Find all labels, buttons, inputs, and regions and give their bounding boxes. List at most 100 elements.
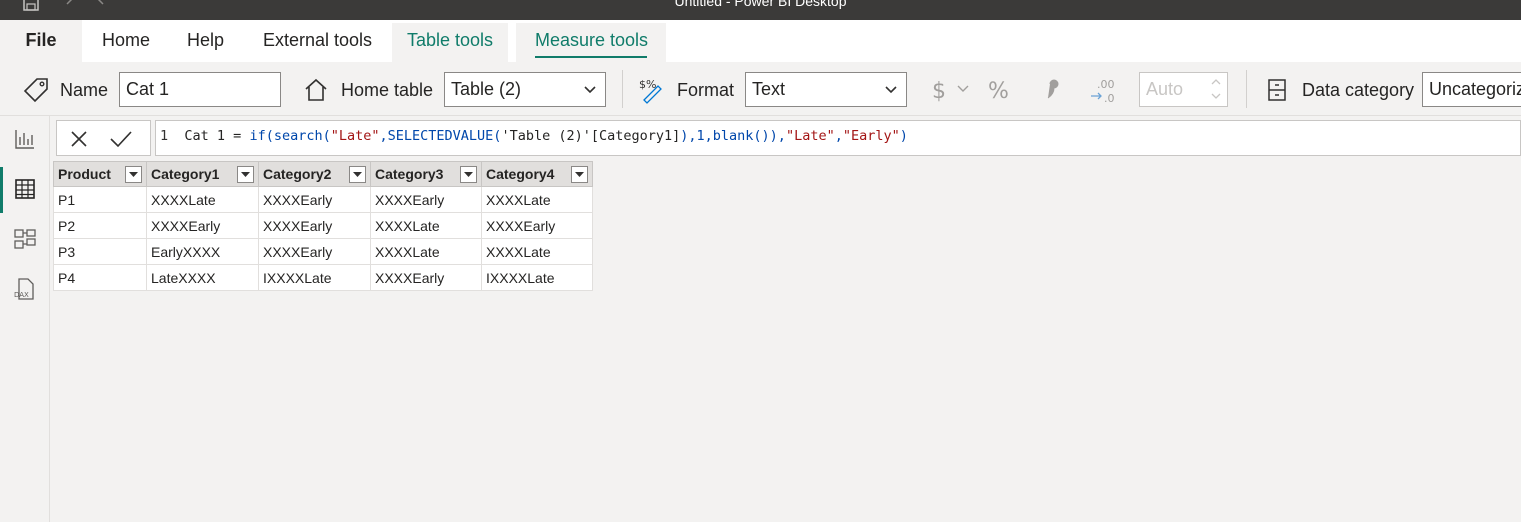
table-cell[interactable]: XXXXEarly xyxy=(370,186,482,213)
table-cell[interactable]: P4 xyxy=(53,264,147,291)
table-cell[interactable]: XXXXLate xyxy=(481,186,593,213)
data-category-label: Data category xyxy=(1302,80,1415,100)
tab-help[interactable]: Help xyxy=(187,30,224,51)
table-cell[interactable]: LateXXXX xyxy=(146,264,259,291)
name-input[interactable]: Cat 1 xyxy=(119,72,281,107)
table-cell[interactable]: XXXXEarly xyxy=(146,212,259,239)
filter-dropdown-icon[interactable] xyxy=(460,166,477,183)
column-header-label: Category2 xyxy=(263,166,332,182)
formula-token: , xyxy=(834,128,843,144)
decimal-places-input[interactable]: Auto xyxy=(1139,72,1228,107)
table-cell[interactable]: XXXXEarly xyxy=(370,264,482,291)
data-category-value: Uncategorized xyxy=(1429,79,1521,99)
table-cell[interactable]: XXXXLate xyxy=(481,238,593,265)
column-header-label: Category4 xyxy=(486,166,555,182)
data-category-select[interactable]: Uncategorized xyxy=(1422,72,1521,107)
formula-token: ), xyxy=(769,128,786,144)
data-grid: Product Category1 Category2 Category3 Ca… xyxy=(53,161,593,291)
tag-icon xyxy=(22,76,50,104)
header-row: Product Category1 Category2 Category3 Ca… xyxy=(53,161,593,187)
formula-token: 'Table (2)'[Category1] xyxy=(501,128,681,144)
table-row: P3 EarlyXXXX XXXXEarly XXXXLate XXXXLate xyxy=(53,238,593,265)
cancel-icon[interactable] xyxy=(69,129,89,149)
percent-icon[interactable]: % xyxy=(988,76,1016,104)
table-cell[interactable]: P3 xyxy=(53,238,147,265)
tab-file[interactable]: File xyxy=(0,20,82,62)
table-cell[interactable]: XXXXEarly xyxy=(481,212,593,239)
table-cell[interactable]: XXXXLate xyxy=(370,238,482,265)
filter-dropdown-icon[interactable] xyxy=(237,166,254,183)
home-table-value: Table (2) xyxy=(451,79,522,99)
commit-check-icon[interactable] xyxy=(109,129,133,149)
table-cell[interactable]: XXXXLate xyxy=(146,186,259,213)
tab-external-tools[interactable]: External tools xyxy=(263,30,372,51)
table-cell[interactable]: EarlyXXXX xyxy=(146,238,259,265)
formula-line-number: 1 xyxy=(160,128,169,144)
table-cell[interactable]: XXXXEarly xyxy=(258,186,371,213)
table-cell[interactable]: IXXXXLate xyxy=(258,264,371,291)
ribbon-separator xyxy=(622,70,623,108)
name-label: Name xyxy=(60,80,109,100)
svg-text:$: $ xyxy=(932,79,946,104)
home-table-label: Home table xyxy=(341,80,434,100)
home-table-select[interactable]: Table (2) xyxy=(444,72,606,107)
view-sidebar: DAX xyxy=(0,116,50,522)
formula-token: ),1, xyxy=(680,128,713,144)
table-row: P2 XXXXEarly XXXXEarly XXXXLate XXXXEarl… xyxy=(53,212,593,239)
formula-token: SELECTEDVALUE( xyxy=(387,128,502,144)
table-cell[interactable]: XXXXEarly xyxy=(258,238,371,265)
filter-dropdown-icon[interactable] xyxy=(125,166,142,183)
formula-bar: 1 Cat 1 = if(search("Late",SELECTEDVALUE… xyxy=(51,116,1521,158)
table-cell[interactable]: P1 xyxy=(53,186,147,213)
tab-measure-tools[interactable]: Measure tools xyxy=(535,30,648,51)
decimal-icon[interactable]: .00.0 xyxy=(1089,76,1117,105)
active-tab-indicator xyxy=(535,56,647,58)
chevron-down-icon xyxy=(584,86,596,94)
table-row: P1 XXXXLate XXXXEarly XXXXEarly XXXXLate xyxy=(53,186,593,213)
home-icon xyxy=(302,76,330,104)
filter-dropdown-icon[interactable] xyxy=(349,166,366,183)
format-icon: $% xyxy=(638,76,666,104)
table-cell[interactable]: IXXXXLate xyxy=(481,264,593,291)
chevron-down-icon xyxy=(885,86,897,94)
column-header-label: Category3 xyxy=(375,166,444,182)
svg-text:.0: .0 xyxy=(1104,92,1115,104)
table-cell[interactable]: XXXXLate xyxy=(370,212,482,239)
title-bar: Untitled - Power BI Desktop xyxy=(0,0,1521,20)
column-header[interactable]: Category1 xyxy=(146,161,259,187)
svg-text:.00: .00 xyxy=(1097,78,1115,91)
tab-table-tools[interactable]: Table tools xyxy=(407,30,493,51)
column-header-label: Product xyxy=(58,166,111,182)
currency-icon[interactable]: $ xyxy=(930,76,969,104)
model-view-icon[interactable] xyxy=(13,227,37,251)
filter-dropdown-icon[interactable] xyxy=(571,166,588,183)
ribbon-separator xyxy=(1246,70,1247,108)
table-cell[interactable]: P2 xyxy=(53,212,147,239)
table-view-icon[interactable] xyxy=(13,177,37,201)
format-label: Format xyxy=(677,80,735,100)
dax-query-icon[interactable]: DAX xyxy=(13,277,37,301)
format-value: Text xyxy=(752,79,786,99)
report-view-icon[interactable] xyxy=(13,127,37,151)
formula-commit-buttons xyxy=(56,120,151,156)
format-select[interactable]: Text xyxy=(745,72,907,107)
table-cell[interactable]: XXXXEarly xyxy=(258,212,371,239)
ribbon-tab-bar: File Home Help External tools Table tool… xyxy=(0,20,1521,62)
active-view-indicator xyxy=(0,167,3,213)
formula-token: , xyxy=(379,128,388,144)
data-category-icon xyxy=(1264,76,1292,104)
column-header[interactable]: Category3 xyxy=(370,161,482,187)
window-title: Untitled - Power BI Desktop xyxy=(674,0,847,9)
column-header[interactable]: Category4 xyxy=(481,161,593,187)
comma-icon[interactable] xyxy=(1040,76,1068,104)
ribbon-measure-tools: Name Cat 1 Home table Table (2) $% Forma… xyxy=(0,62,1521,116)
svg-text:%: % xyxy=(988,79,1009,104)
column-header[interactable]: Category2 xyxy=(258,161,371,187)
svg-text:$%: $% xyxy=(639,78,656,91)
formula-token: ) xyxy=(899,128,908,144)
column-header[interactable]: Product xyxy=(53,161,147,187)
tab-home[interactable]: Home xyxy=(102,30,150,51)
formula-token: "Early" xyxy=(842,128,900,144)
column-header-label: Category1 xyxy=(151,166,220,182)
formula-input[interactable]: 1 Cat 1 = if(search("Late",SELECTEDVALUE… xyxy=(155,120,1521,156)
